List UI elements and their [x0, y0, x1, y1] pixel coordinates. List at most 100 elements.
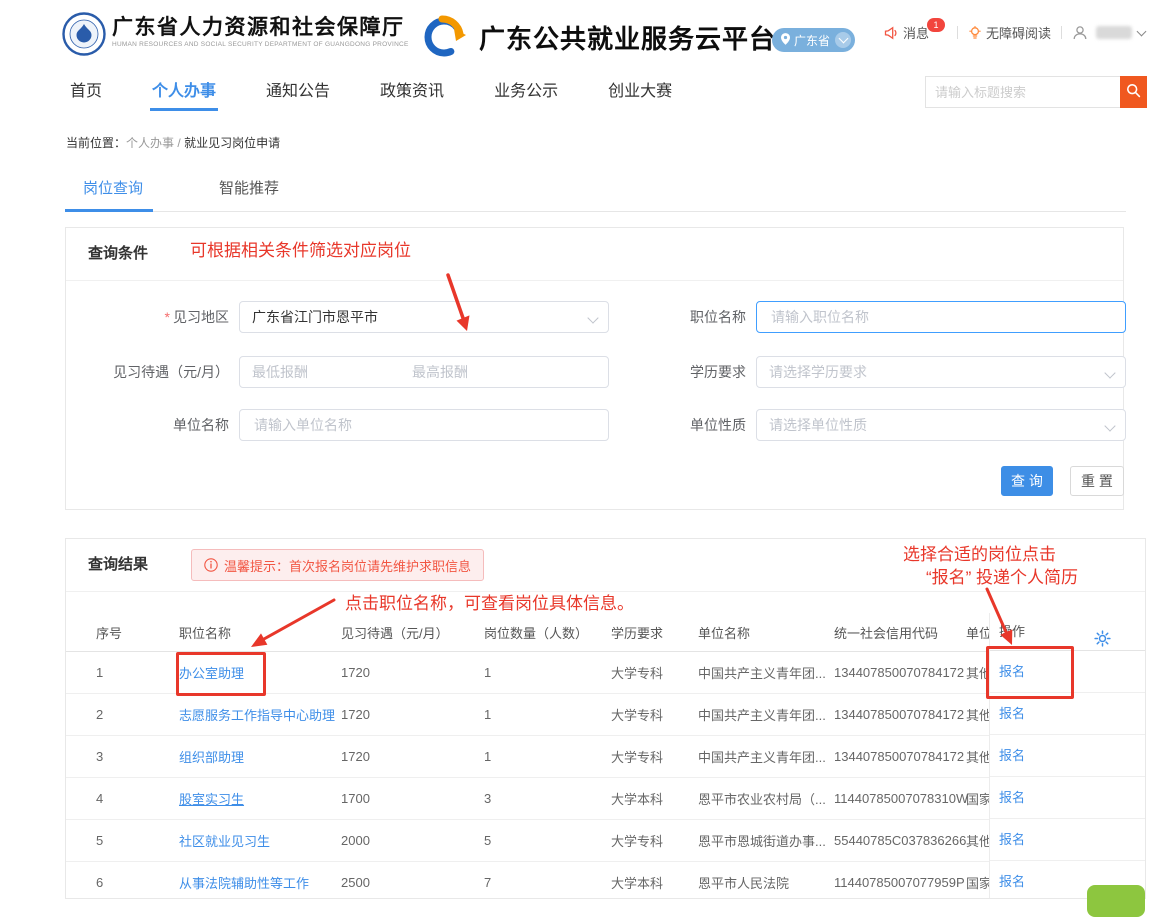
apply-link[interactable]: 报名 [999, 874, 1025, 889]
salary-field-label: 见习待遇（元/月） [66, 356, 229, 388]
apply-link[interactable]: 报名 [999, 706, 1025, 721]
cell-count: 1 [484, 693, 596, 735]
title-search-input[interactable] [925, 76, 1120, 108]
cell-salary: 1700 [341, 777, 461, 819]
apply-link[interactable]: 报名 [999, 748, 1025, 763]
cell-education: 大学本科 [611, 861, 693, 899]
education-select-placeholder: 请选择学历要求 [769, 362, 867, 382]
query-panel: 查询条件 *见习地区 广东省江门市恩平市 职位名称 见习待遇（元/月） 最低报酬… [65, 227, 1124, 510]
table-row: 3组织部助理17201大学专科中国共产主义青年团...1344078500707… [66, 735, 1145, 778]
cell-title[interactable]: 志愿服务工作指导中心助理 [179, 693, 337, 735]
department-name: 广东省人力资源和社会保障厅 [112, 16, 409, 39]
accessibility-lamp-icon [968, 26, 982, 40]
location-pin-icon [781, 33, 790, 48]
annotation-apply-tip-line1: 选择合适的岗位点击 [903, 540, 1056, 565]
nav-item-2[interactable]: 通知公告 [264, 65, 332, 113]
annotation-job-title-tip: 点击职位名称，可查看岗位具体信息。 [345, 589, 634, 614]
action-cell: 报名 [990, 735, 1146, 777]
breadcrumb-parent[interactable]: 个人办事 [126, 136, 174, 150]
salary-max-input[interactable]: 最高报酬 [412, 362, 468, 382]
user-icon [1072, 25, 1088, 41]
cell-title[interactable]: 组织部助理 [179, 735, 337, 777]
tab-1[interactable]: 智能推荐 [219, 164, 279, 211]
accessibility-button[interactable]: 无障碍阅读 [968, 23, 1051, 42]
cell-salary: 2500 [341, 861, 461, 899]
floating-assistant-button[interactable] [1087, 885, 1145, 917]
position-input[interactable] [769, 308, 1086, 326]
cell-count: 1 [484, 735, 596, 777]
header: 广东省人力资源和社会保障厅 HUMAN RESOURCES AND SOCIAL… [0, 0, 1151, 65]
cell-company: 恩平市恩城街道办事... [698, 819, 830, 861]
user-menu[interactable] [1072, 25, 1145, 41]
annotation-filter-tip: 可根据相关条件筛选对应岗位 [190, 236, 411, 261]
cell-company: 恩平市人民法院 [698, 861, 830, 899]
required-asterisk: * [165, 309, 170, 325]
company-type-select[interactable]: 请选择单位性质 [756, 409, 1126, 441]
cell-salary: 1720 [341, 651, 461, 693]
breadcrumb-prefix: 当前位置： [66, 136, 126, 150]
apply-link[interactable]: 报名 [999, 832, 1025, 847]
cell-company: 中国共产主义青年团... [698, 651, 830, 693]
cell-title[interactable]: 股室实习生 [179, 777, 337, 819]
education-select[interactable]: 请选择学历要求 [756, 356, 1126, 388]
company-input[interactable] [252, 416, 569, 434]
region-field-label: *见习地区 [66, 301, 229, 333]
cell-education: 大学专科 [611, 819, 693, 861]
title-search [925, 76, 1146, 108]
megaphone-icon [884, 26, 899, 40]
chevron-down-icon [1104, 367, 1115, 378]
cell-credit_code: 11440785007078310W [834, 777, 970, 819]
cell-no: 2 [96, 693, 156, 735]
divider [957, 26, 958, 39]
chevron-down-icon [587, 312, 598, 323]
header-utilities: 消息 1 无障碍阅读 [884, 0, 1145, 65]
cell-count: 7 [484, 861, 596, 899]
cell-salary: 1720 [341, 735, 461, 777]
breadcrumb-separator: / [177, 136, 180, 150]
region-selector[interactable]: 广东省 [772, 28, 855, 52]
cell-no: 1 [96, 651, 156, 693]
cell-count: 3 [484, 777, 596, 819]
table-row: 5社区就业见习生20005大学专科恩平市恩城街道办事...55440785C03… [66, 819, 1145, 862]
messages-badge: 1 [927, 18, 945, 32]
breadcrumb-current: 就业见习岗位申请 [184, 136, 280, 150]
cell-title[interactable]: 从事法院辅助性等工作 [179, 861, 337, 899]
cell-education: 大学专科 [611, 735, 693, 777]
cell-salary: 2000 [341, 819, 461, 861]
cell-education: 大学专科 [611, 693, 693, 735]
main-nav: 首页个人办事通知公告政策资讯业务公示创业大赛 [68, 65, 720, 113]
position-field-label: 职位名称 [626, 301, 746, 333]
cell-salary: 1720 [341, 693, 461, 735]
tab-0[interactable]: 岗位查询 [83, 164, 143, 211]
salary-min-input[interactable]: 最低报酬 [252, 362, 308, 382]
nav-item-4[interactable]: 业务公示 [492, 65, 560, 113]
region-selector-label: 广东省 [794, 32, 830, 49]
user-chevron-icon [1137, 26, 1147, 36]
table-row: 2志愿服务工作指导中心助理17201大学专科中国共产主义青年团...134407… [66, 693, 1145, 736]
apply-link[interactable]: 报名 [999, 790, 1025, 805]
cell-no: 6 [96, 861, 156, 899]
cell-company: 恩平市农业农村局（... [698, 777, 830, 819]
query-button[interactable]: 查 询 [1001, 466, 1053, 496]
table-row: 6从事法院辅助性等工作25007大学本科恩平市人民法院1144078500707… [66, 861, 1145, 899]
active-tab-underline [65, 209, 153, 212]
action-cell: 报名 [990, 777, 1146, 819]
region-select[interactable]: 广东省江门市恩平市 [239, 301, 609, 333]
messages-button[interactable]: 消息 1 [884, 23, 947, 42]
accessibility-label: 无障碍阅读 [986, 23, 1051, 42]
nav-item-5[interactable]: 创业大赛 [606, 65, 674, 113]
cell-no: 5 [96, 819, 156, 861]
username-blurred [1096, 26, 1132, 39]
education-field-label: 学历要求 [626, 356, 746, 388]
nav-item-1[interactable]: 个人办事 [150, 65, 218, 113]
reset-button[interactable]: 重 置 [1070, 466, 1124, 496]
action-cell: 报名 [990, 819, 1146, 861]
company-input-box [239, 409, 609, 441]
cell-title[interactable]: 社区就业见习生 [179, 819, 337, 861]
nav-item-0[interactable]: 首页 [68, 65, 104, 113]
company-type-select-placeholder: 请选择单位性质 [769, 415, 867, 435]
cell-education: 大学专科 [611, 651, 693, 693]
nav-item-3[interactable]: 政策资讯 [378, 65, 446, 113]
platform-title: 广东公共就业服务云平台 [479, 19, 776, 56]
search-button[interactable] [1120, 76, 1147, 108]
